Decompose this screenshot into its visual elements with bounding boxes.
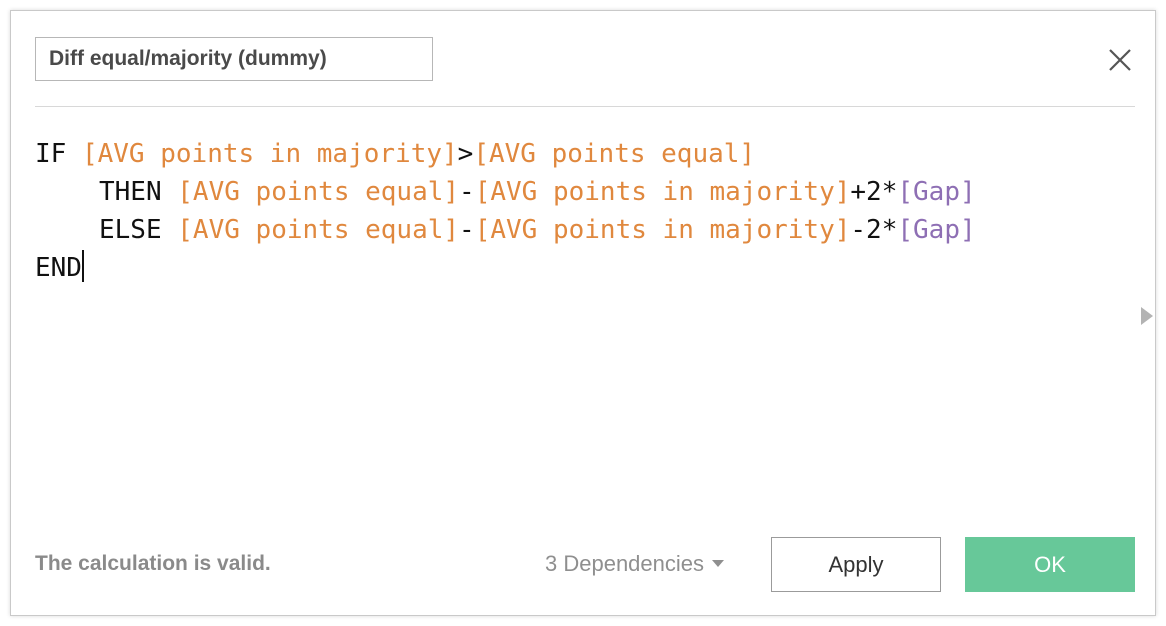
close-icon[interactable] bbox=[1107, 47, 1133, 73]
formula-editor[interactable]: IF [AVG points in majority]>[AVG points … bbox=[35, 135, 1125, 515]
code-line-3: ELSE [AVG points equal]-[AVG points in m… bbox=[35, 211, 1125, 249]
parameter-reference: [Gap] bbox=[897, 215, 976, 245]
page: Diff equal/majority (dummy) IF [AVG poin… bbox=[0, 0, 1166, 626]
operator: +2* bbox=[850, 177, 898, 207]
calculation-editor-dialog: Diff equal/majority (dummy) IF [AVG poin… bbox=[10, 10, 1156, 616]
field-reference: [AVG points equal] bbox=[177, 177, 460, 207]
keyword-end: END bbox=[35, 253, 82, 283]
keyword-then: THEN bbox=[99, 177, 162, 207]
text-cursor bbox=[81, 250, 84, 282]
operator: -2* bbox=[850, 215, 898, 245]
triangle-right-icon[interactable] bbox=[1139, 305, 1155, 327]
dependencies-label: 3 Dependencies bbox=[545, 551, 705, 576]
validation-status: The calculation is valid. bbox=[35, 552, 271, 575]
code-line-4: END bbox=[35, 249, 1125, 287]
apply-button[interactable]: Apply bbox=[771, 537, 941, 592]
keyword-else: ELSE bbox=[99, 215, 162, 245]
header-divider bbox=[35, 106, 1135, 107]
chevron-down-icon bbox=[712, 560, 725, 567]
field-reference: [AVG points equal] bbox=[177, 215, 460, 245]
keyword-if: IF bbox=[35, 139, 67, 169]
dependencies-dropdown[interactable]: 3 Dependencies bbox=[545, 549, 725, 579]
field-reference: [AVG points in majority] bbox=[474, 177, 851, 207]
operator: > bbox=[457, 139, 474, 169]
field-reference: [AVG points equal] bbox=[473, 139, 756, 169]
field-reference: [AVG points in majority] bbox=[81, 139, 458, 169]
operator: - bbox=[459, 177, 475, 207]
ok-button[interactable]: OK bbox=[965, 537, 1135, 592]
parameter-reference: [Gap] bbox=[897, 177, 976, 207]
code-line-1: IF [AVG points in majority]>[AVG points … bbox=[35, 135, 1125, 173]
field-reference: [AVG points in majority] bbox=[474, 215, 851, 245]
code-line-2: THEN [AVG points equal]-[AVG points in m… bbox=[35, 173, 1125, 211]
calculation-name-input[interactable]: Diff equal/majority (dummy) bbox=[35, 37, 433, 81]
operator: - bbox=[459, 215, 475, 245]
